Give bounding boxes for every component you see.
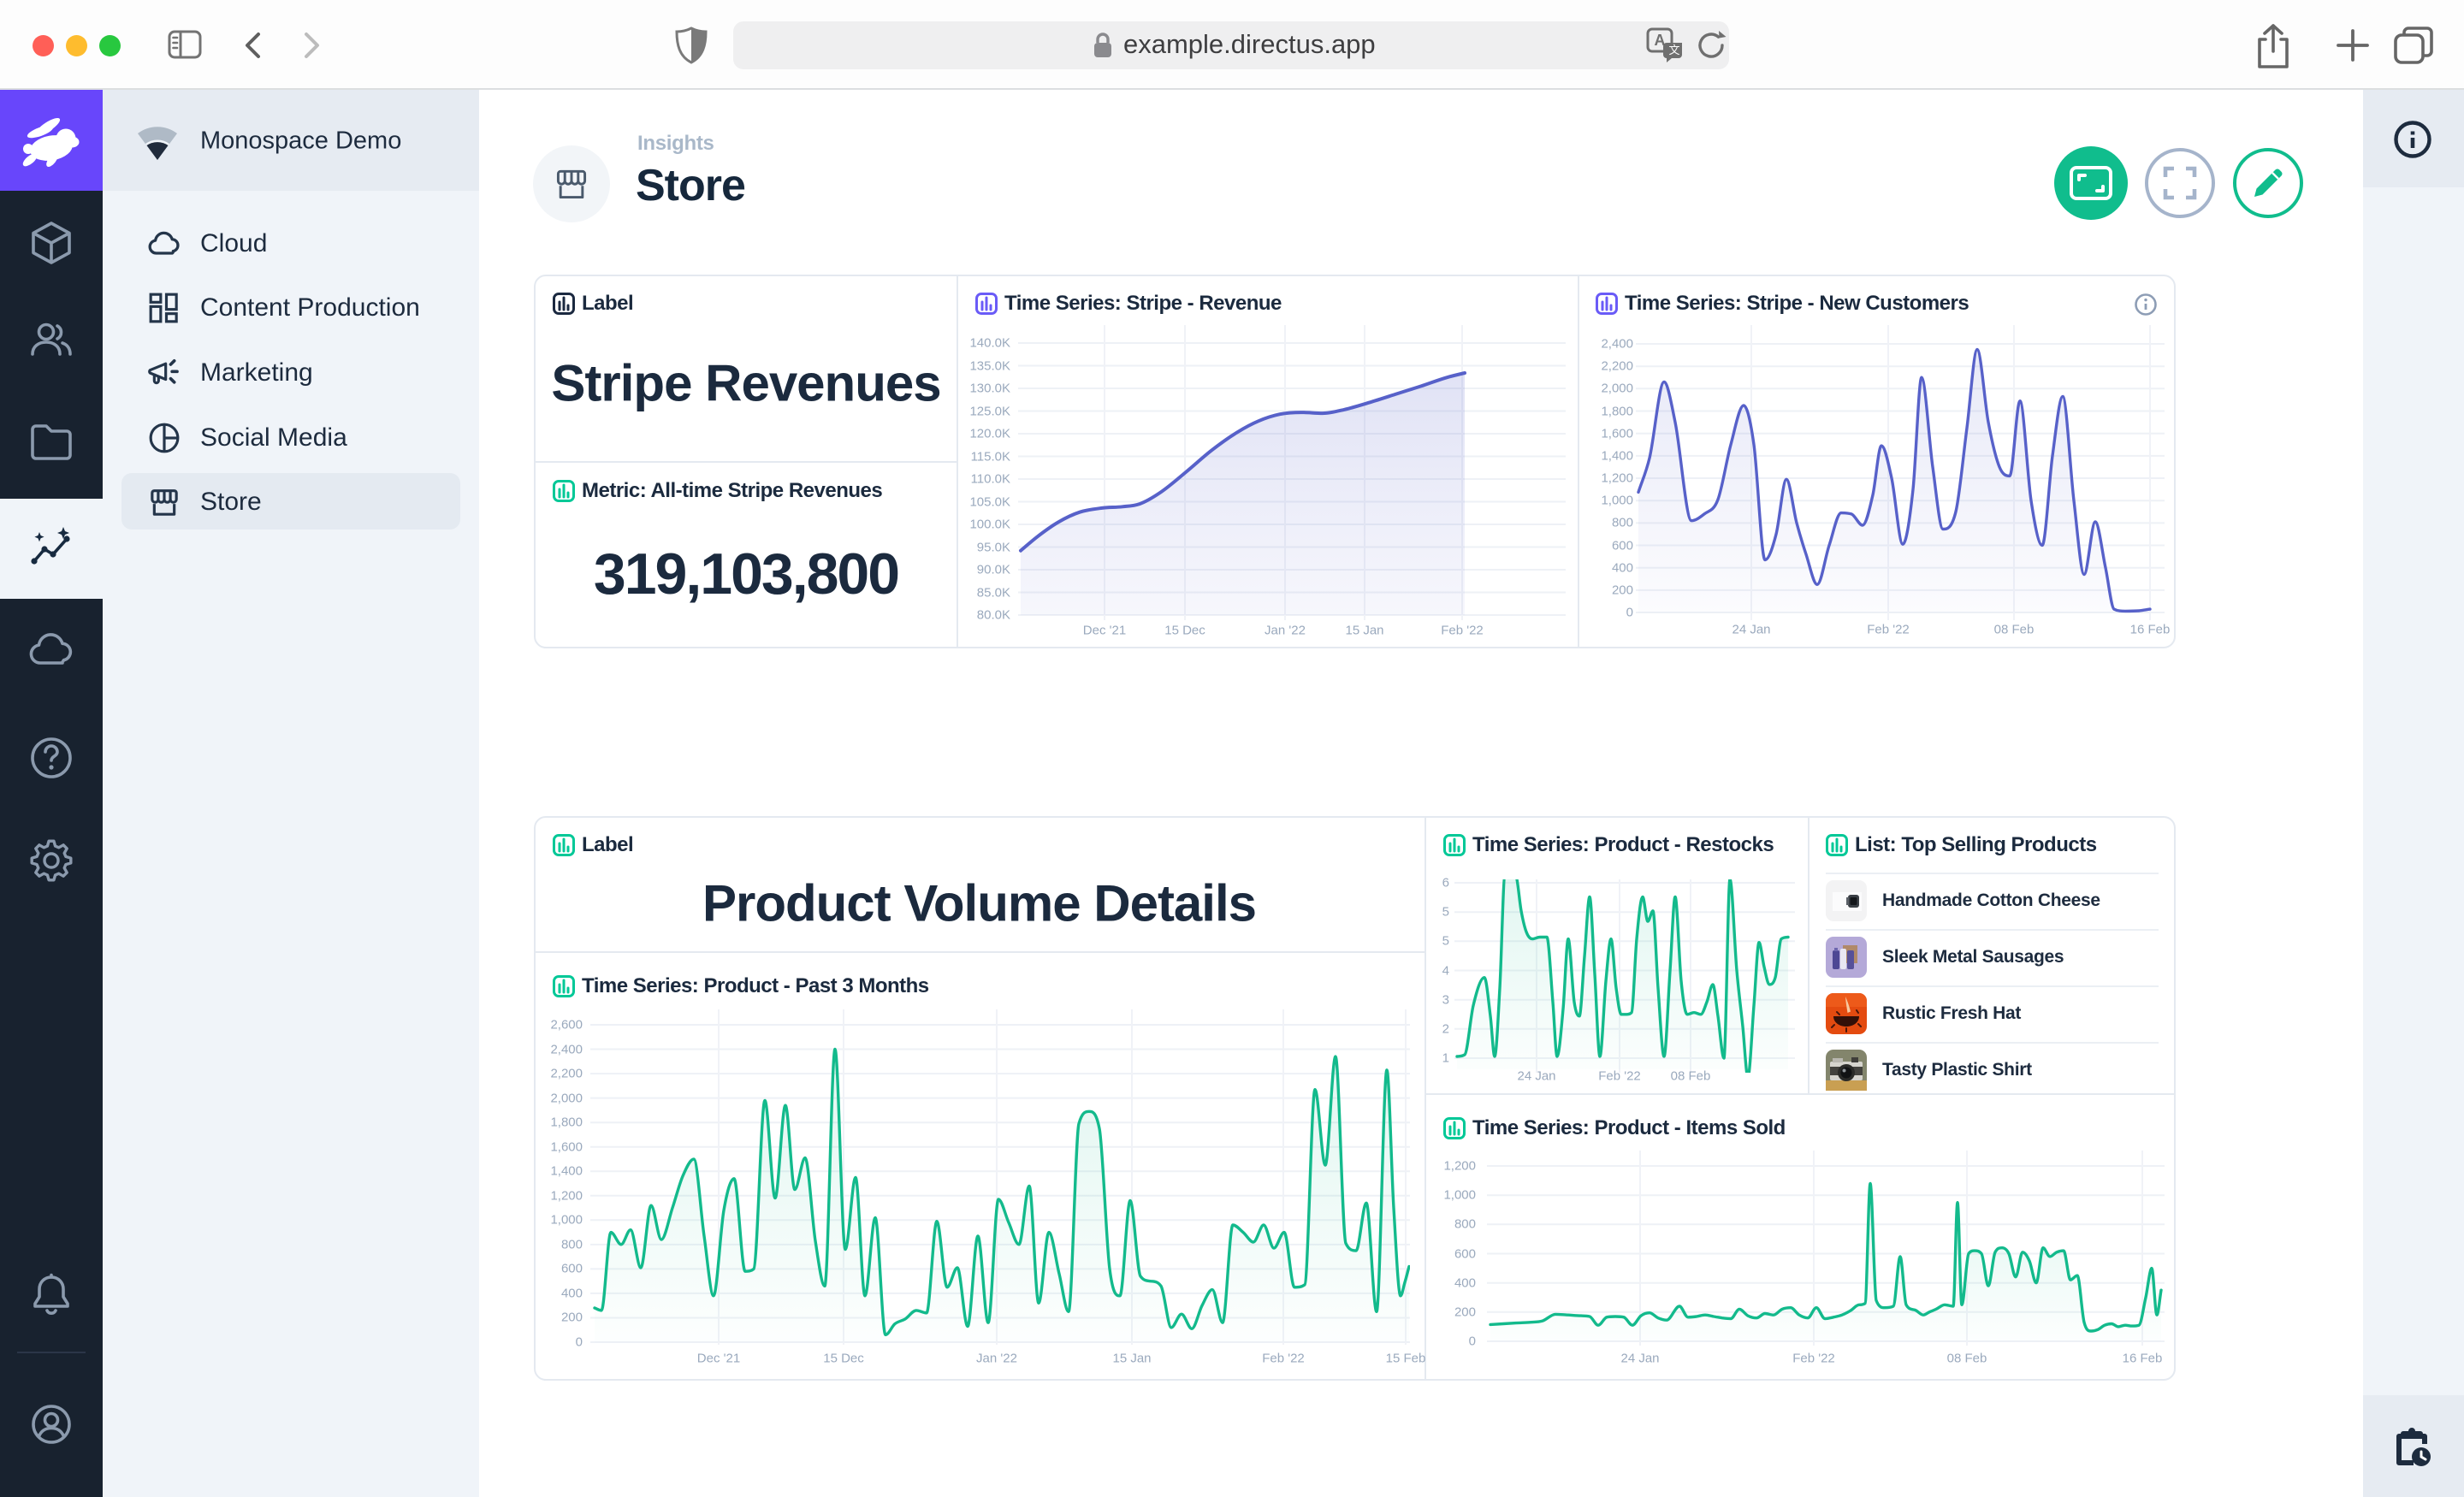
svg-text:文: 文 [1668,44,1679,56]
